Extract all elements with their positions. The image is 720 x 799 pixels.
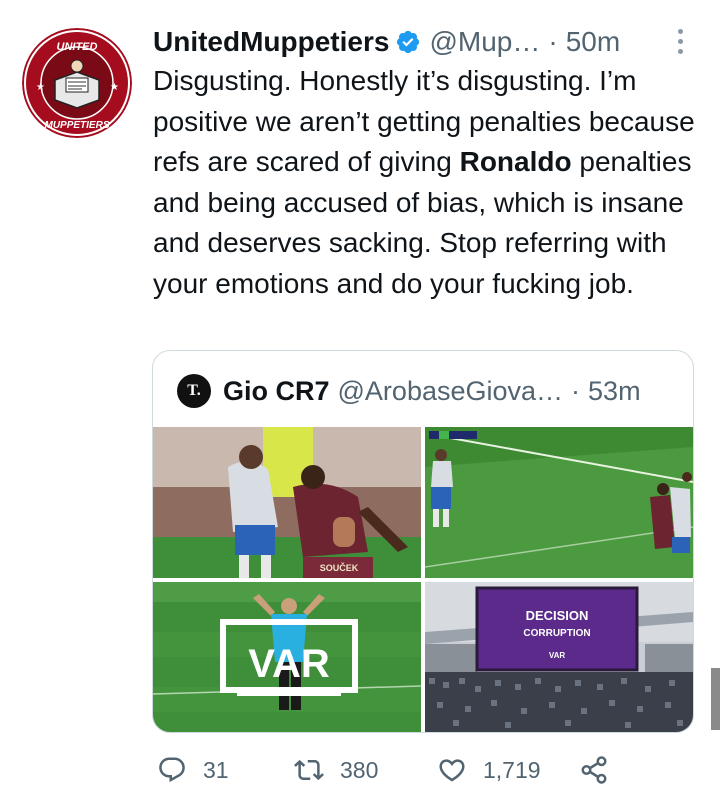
quoted-tweet[interactable]: T. Gio CR7 @ArobaseGiova… · 53m SOUČEK V… [152, 350, 694, 733]
reply-icon [157, 755, 187, 785]
handle[interactable]: @Mup… [429, 26, 540, 58]
media-photo-2[interactable] [425, 427, 693, 578]
tweet-text: Disgusting. Honestly it’s disgusting. I’… [153, 61, 703, 304]
reply-count: 31 [203, 756, 229, 783]
more-options-icon[interactable] [668, 24, 692, 58]
share-button[interactable] [579, 755, 609, 785]
quote-avatar[interactable]: T. [177, 374, 211, 408]
svg-text:★: ★ [110, 82, 119, 93]
quote-handle[interactable]: @ArobaseGiova… [338, 376, 564, 407]
separator-dot: · [548, 26, 558, 57]
scrollbar-thumb[interactable] [711, 668, 720, 730]
shirt-name: SOUČEK [320, 562, 359, 573]
quote-timestamp[interactable]: 53m [588, 376, 641, 407]
avatar-bottom-text: MUPPETIERS [44, 120, 109, 131]
quote-display-name[interactable]: Gio CR7 [223, 376, 330, 407]
screen-line-1: DECISION [526, 608, 589, 623]
media-photo-3[interactable]: VAR [153, 582, 421, 732]
like-count: 1,719 [483, 756, 541, 783]
retweet-icon [294, 755, 324, 785]
like-button[interactable]: 1,719 [437, 755, 541, 785]
retweet-count: 380 [340, 756, 379, 783]
media-photo-1[interactable]: SOUČEK [153, 427, 421, 578]
screen-line-2: CORRUPTION [523, 628, 590, 639]
share-icon [579, 755, 609, 785]
screen-logo: VAR [549, 651, 566, 660]
svg-text:★: ★ [36, 82, 45, 93]
quote-separator-dot: · [571, 375, 581, 406]
tweet-header: UnitedMuppetiers @Mup… · 50m [153, 22, 693, 62]
heart-icon [437, 755, 467, 785]
reply-button[interactable]: 31 [157, 755, 229, 785]
timestamp[interactable]: 50m [566, 26, 620, 58]
tweet-actions: 31 380 1,719 [152, 755, 632, 791]
quote-header: T. Gio CR7 @ArobaseGiova… · 53m [177, 373, 641, 409]
retweet-button[interactable]: 380 [294, 755, 378, 785]
var-overlay-text: VAR [248, 642, 330, 686]
avatar[interactable]: UNITED MUPPETIERS ★ ★ [22, 28, 132, 138]
display-name[interactable]: UnitedMuppetiers [153, 26, 389, 58]
tweet-text-bold: Ronaldo [459, 146, 572, 177]
verified-badge-icon [395, 29, 421, 55]
avatar-top-text: UNITED [57, 41, 98, 53]
media-grid: SOUČEK VAR DECISION CORRUPTION VAR [153, 427, 693, 732]
media-photo-4[interactable]: DECISION CORRUPTION VAR [425, 582, 693, 732]
